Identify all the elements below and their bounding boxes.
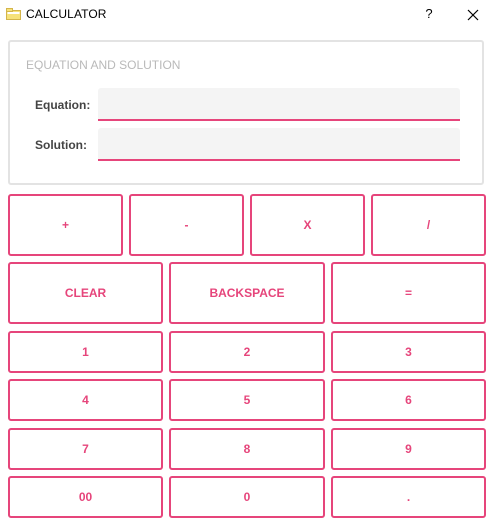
decimal-point-button[interactable]: .: [331, 476, 486, 518]
solution-label: Solution:: [35, 138, 87, 152]
divide-button[interactable]: /: [371, 194, 486, 256]
equation-solution-group: EQUATION AND SOLUTION Equation: Solution…: [8, 40, 484, 185]
digit-9-button[interactable]: 9: [331, 428, 486, 470]
digit-2-button[interactable]: 2: [169, 331, 325, 373]
title-bar: CALCULATOR ?: [0, 0, 494, 30]
window-title: CALCULATOR: [26, 7, 107, 21]
digit-7-button[interactable]: 7: [8, 428, 163, 470]
digit-0-button[interactable]: 0: [169, 476, 325, 518]
subtract-button[interactable]: -: [129, 194, 244, 256]
equation-label: Equation:: [35, 98, 91, 112]
multiply-button[interactable]: X: [250, 194, 365, 256]
backspace-button[interactable]: BACKSPACE: [169, 262, 325, 324]
add-button[interactable]: +: [8, 194, 123, 256]
digit-4-button[interactable]: 4: [8, 379, 163, 421]
folder-icon: [6, 8, 21, 20]
close-icon[interactable]: [462, 4, 484, 26]
help-button[interactable]: ?: [418, 3, 440, 25]
digit-5-button[interactable]: 5: [169, 379, 325, 421]
clear-button[interactable]: CLEAR: [8, 262, 163, 324]
digit-3-button[interactable]: 3: [331, 331, 486, 373]
digit-8-button[interactable]: 8: [169, 428, 325, 470]
digit-1-button[interactable]: 1: [8, 331, 163, 373]
double-zero-button[interactable]: 00: [8, 476, 163, 518]
equation-field[interactable]: [98, 88, 460, 121]
group-title: EQUATION AND SOLUTION: [26, 58, 181, 72]
solution-field[interactable]: [98, 128, 460, 161]
equals-button[interactable]: =: [331, 262, 486, 324]
digit-6-button[interactable]: 6: [331, 379, 486, 421]
